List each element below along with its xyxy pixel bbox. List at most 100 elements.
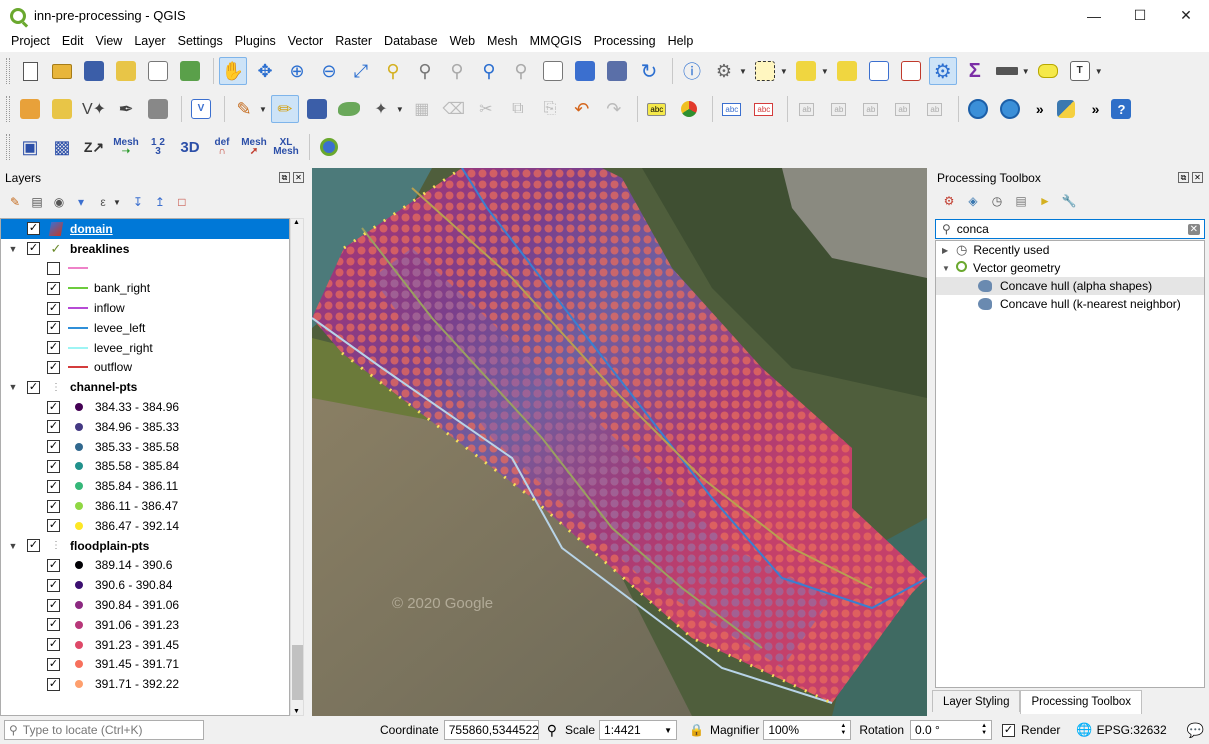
close-panel-button[interactable]: ✕ bbox=[293, 172, 304, 183]
open-project-button[interactable] bbox=[48, 57, 76, 85]
legend-item[interactable]: ✓ levee_right bbox=[1, 338, 289, 358]
close-panel-button[interactable]: ✕ bbox=[1192, 172, 1203, 183]
define-mesh-button[interactable]: def ∩ bbox=[208, 133, 236, 161]
expand-all-icon[interactable]: ↧ bbox=[129, 193, 147, 211]
label-props-button[interactable]: ab bbox=[921, 95, 949, 123]
scale-combo[interactable]: 1:4421 ▼ bbox=[599, 720, 678, 740]
sum-button[interactable]: Σ bbox=[961, 57, 989, 85]
legend-item[interactable]: ✓ 384.33 - 384.96 bbox=[1, 397, 289, 417]
toolbar-grip[interactable] bbox=[6, 96, 10, 122]
menu-item-layer[interactable]: Layer bbox=[128, 31, 171, 52]
chevron-down-icon[interactable]: ▼ bbox=[780, 67, 788, 76]
save-edits-button[interactable] bbox=[303, 95, 331, 123]
toolbar-grip[interactable] bbox=[6, 134, 10, 160]
more-tools-icon[interactable]: » bbox=[1092, 101, 1100, 117]
layer-visibility-checkbox[interactable]: ✓ bbox=[27, 380, 40, 394]
legend-checkbox[interactable]: ✓ bbox=[47, 420, 60, 434]
menu-item-edit[interactable]: Edit bbox=[56, 31, 90, 52]
python-scripts-icon[interactable]: ◈ bbox=[964, 192, 982, 210]
legend-checkbox[interactable]: ✓ bbox=[47, 301, 60, 315]
identify-button[interactable]: ⓘ bbox=[678, 57, 706, 85]
legend-item[interactable]: ✓ 391.06 - 391.23 bbox=[1, 615, 289, 635]
style-manager-button[interactable] bbox=[176, 57, 204, 85]
menu-item-help[interactable]: Help bbox=[662, 31, 700, 52]
legend-checkbox[interactable]: ✓ bbox=[47, 321, 60, 335]
legend-checkbox[interactable]: ✓ bbox=[47, 618, 60, 632]
layer-visibility-checkbox[interactable]: ✓ bbox=[27, 222, 40, 236]
chevron-down-icon[interactable]: ▼ bbox=[739, 67, 747, 76]
filter-icon[interactable]: ▾ bbox=[72, 193, 90, 211]
current-edits-button[interactable]: ✎ bbox=[230, 95, 258, 123]
layer-visibility-checkbox[interactable]: ✓ bbox=[27, 242, 40, 256]
save-project-button[interactable] bbox=[80, 57, 108, 85]
pan-to-selection-button[interactable]: ✥ bbox=[251, 57, 279, 85]
legend-item[interactable]: ✓ 385.84 - 386.11 bbox=[1, 476, 289, 496]
legend-checkbox[interactable] bbox=[47, 261, 60, 275]
attribute-table-button[interactable] bbox=[865, 57, 893, 85]
legend-item[interactable]: ✓ 390.84 - 391.06 bbox=[1, 595, 289, 615]
maximize-button[interactable]: ☐ bbox=[1117, 0, 1163, 31]
modify-attributes-button[interactable]: ▦ bbox=[408, 95, 436, 123]
edit-features-icon[interactable]: ► bbox=[1036, 192, 1054, 210]
minimize-button[interactable]: — bbox=[1071, 0, 1117, 31]
legend-item[interactable]: ✓ 385.58 - 385.84 bbox=[1, 457, 289, 477]
coordinate-field[interactable]: 755860,5344522 bbox=[443, 720, 539, 740]
zoom-full-button[interactable]: ⤢ bbox=[347, 57, 375, 85]
qgis-search-button[interactable] bbox=[315, 133, 343, 161]
add-group-icon[interactable]: ▤ bbox=[28, 193, 46, 211]
close-button[interactable]: ✕ bbox=[1163, 0, 1209, 31]
layer-tree-scrollbar[interactable]: ▲ ▼ bbox=[290, 218, 304, 716]
legend-item[interactable]: ✓ 390.6 - 390.84 bbox=[1, 575, 289, 595]
mesh-arrow-button[interactable]: Mesh ➚ bbox=[240, 133, 268, 161]
models-icon[interactable]: ⚙ bbox=[940, 192, 958, 210]
new-temp-layer-button[interactable]: ✒ bbox=[112, 95, 140, 123]
chevron-down-icon[interactable]: ▼ bbox=[396, 105, 404, 114]
float-panel-button[interactable]: ⧉ bbox=[1178, 172, 1189, 183]
legend-item[interactable]: ✓ 386.11 - 386.47 bbox=[1, 496, 289, 516]
layer-group-row[interactable]: ▼ ✓ ⋮ channel-pts bbox=[1, 377, 289, 397]
expand-arrow-icon[interactable]: ▼ bbox=[7, 541, 19, 551]
new-map-view-button[interactable] bbox=[539, 57, 567, 85]
menu-item-processing[interactable]: Processing bbox=[588, 31, 662, 52]
deselect-button[interactable] bbox=[833, 57, 861, 85]
add-wms-button[interactable] bbox=[964, 95, 992, 123]
legend-item[interactable]: ✓ 389.14 - 390.6 bbox=[1, 556, 289, 576]
zoom-next-button[interactable]: ⚲ bbox=[507, 57, 535, 85]
rotation-spinbox[interactable]: 0.0 ° ▲ ▼ bbox=[910, 720, 993, 740]
menu-item-raster[interactable]: Raster bbox=[329, 31, 378, 52]
eye-icon[interactable]: ◉ bbox=[50, 193, 68, 211]
expand-arrow-icon[interactable]: ▼ bbox=[7, 244, 19, 254]
legend-checkbox[interactable]: ✓ bbox=[47, 440, 60, 454]
menu-item-web[interactable]: Web bbox=[444, 31, 481, 52]
legend-checkbox[interactable]: ✓ bbox=[47, 360, 60, 374]
scroll-up-icon[interactable]: ▲ bbox=[293, 219, 300, 226]
toolbox-search[interactable]: ⚲ ✕ bbox=[935, 219, 1205, 239]
3d-view-button[interactable]: 3D bbox=[176, 133, 204, 161]
toggle-extents-icon[interactable]: ⚲ bbox=[547, 722, 557, 739]
render-checkbox[interactable]: ✓ bbox=[1002, 723, 1016, 737]
toolbox-group-row[interactable]: ▼ Vector geometry bbox=[936, 259, 1204, 277]
toggle-editing-button[interactable]: ✏ bbox=[270, 95, 299, 123]
legend-item[interactable]: ✓ 385.33 - 385.58 bbox=[1, 437, 289, 457]
menu-item-plugins[interactable]: Plugins bbox=[229, 31, 282, 52]
legend-item[interactable]: ✓ 391.45 - 391.71 bbox=[1, 655, 289, 675]
new-bookmark-button[interactable] bbox=[571, 57, 599, 85]
undo-button[interactable]: ↶ bbox=[568, 95, 596, 123]
rotate-label-button[interactable]: ab bbox=[857, 95, 885, 123]
pan-map-button[interactable]: ✋ bbox=[219, 57, 247, 85]
show-labels-button[interactable]: abc bbox=[750, 95, 778, 123]
zoom-to-layer-button[interactable]: ⚲ bbox=[411, 57, 439, 85]
spin-arrows-icon[interactable]: ▲ ▼ bbox=[981, 723, 987, 737]
new-shapefile-button[interactable]: V✦ bbox=[80, 95, 108, 123]
lock-scale-icon[interactable]: 🔒 bbox=[689, 723, 704, 737]
toolbox-button[interactable]: ⚙ bbox=[928, 57, 957, 85]
legend-item[interactable]: ✓ 391.23 - 391.45 bbox=[1, 635, 289, 655]
menu-item-mesh[interactable]: Mesh bbox=[481, 31, 524, 52]
delete-selected-button[interactable]: ⌫ bbox=[440, 95, 468, 123]
legend-checkbox[interactable]: ✓ bbox=[47, 341, 60, 355]
remove-layer-icon[interactable]: □ bbox=[173, 193, 191, 211]
float-panel-button[interactable]: ⧉ bbox=[279, 172, 290, 183]
history-icon[interactable]: ◷ bbox=[988, 192, 1006, 210]
legend-checkbox[interactable]: ✓ bbox=[47, 519, 60, 533]
dock-tab[interactable]: Processing Toolbox bbox=[1020, 690, 1142, 714]
